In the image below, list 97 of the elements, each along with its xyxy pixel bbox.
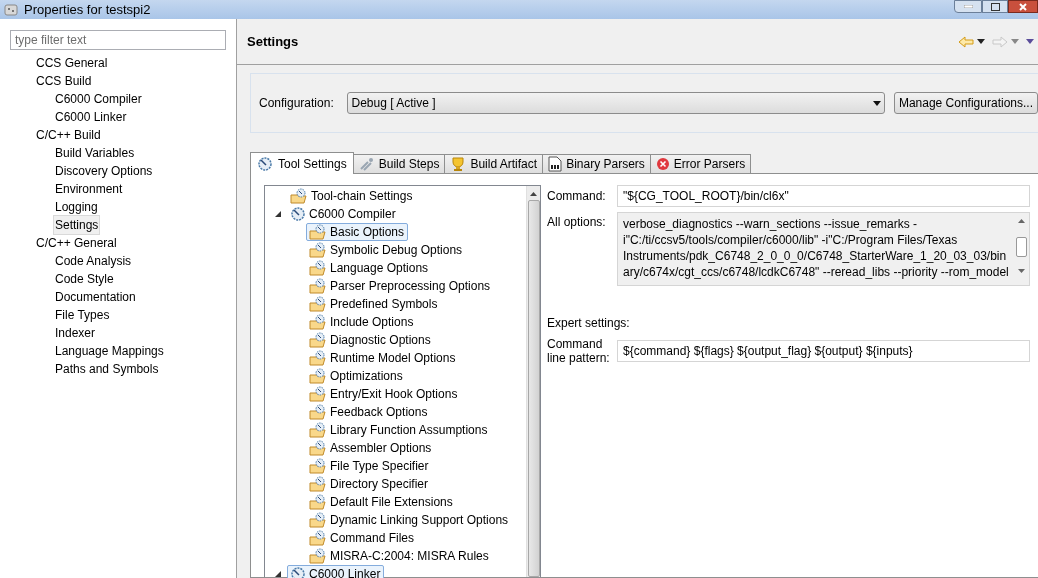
sidebar-item[interactable]: Paths and Symbols [53, 359, 161, 379]
folder-gear-icon [309, 332, 327, 348]
page-title: Settings [247, 32, 300, 51]
command-line-pattern-field[interactable]: ${command} ${flags} ${output_flag} ${output} ${inputs} [617, 340, 1030, 362]
all-options-field[interactable]: verbose_diagnostics --warn_sections --issue_remarks -i"C:/ti/ccsv5/tools/compiler/c6000/lib" -i"C:/Program Files/Texas Instruments/pdk_C6748_2_0_0_0/C6748_StarterWare_1_20_03_03/binary/c674x/cgt_ccs/c6748/lcdkC6748" --reread_libs --priority --rom_model [617, 212, 1030, 286]
gear-icon [290, 566, 306, 578]
scroll-up-icon[interactable] [530, 192, 537, 196]
menu-caret-icon[interactable] [1026, 39, 1034, 44]
all-options-label: All options: [547, 214, 607, 231]
sidebar-item[interactable]: Environment [53, 179, 125, 199]
tree-item[interactable]: Runtime Model Options [306, 349, 460, 367]
sidebar-item[interactable]: Code Style [53, 269, 116, 289]
folder-gear-icon [309, 368, 327, 384]
folder-gear-icon [309, 548, 327, 564]
tab[interactable]: Binary Parsers [543, 154, 651, 173]
sidebar-item[interactable]: Code Analysis [53, 251, 134, 271]
folder-gear-icon [309, 242, 327, 258]
folder-gear-icon [309, 350, 327, 366]
tree-item[interactable]: C6000 Compiler [287, 205, 400, 223]
folder-gear-icon [309, 278, 327, 294]
sidebar-item[interactable]: Logging [53, 197, 100, 217]
sidebar-item[interactable]: Documentation [53, 287, 138, 307]
sidebar-item[interactable]: C/C++ General [34, 233, 119, 253]
close-button[interactable] [1008, 0, 1038, 13]
tree-item[interactable]: Language Options [306, 259, 433, 277]
tree-item[interactable]: Library Function Assumptions [306, 421, 492, 439]
folder-gear-icon [309, 296, 327, 312]
folder-gear-icon [309, 458, 327, 474]
error-icon [655, 157, 670, 171]
tab[interactable]: Build Artifact [445, 154, 544, 173]
tree-item[interactable]: Predefined Symbols [306, 295, 442, 313]
tree-item[interactable]: Command Files [306, 529, 419, 547]
maximize-button[interactable] [982, 0, 1008, 13]
sidebar-item[interactable]: C/C++ Build [34, 125, 103, 145]
tab[interactable]: Tool Settings [250, 152, 354, 174]
tab[interactable]: Error Parsers [650, 154, 752, 173]
tree-item[interactable]: Feedback Options [306, 403, 432, 421]
folder-gear-icon [309, 386, 327, 402]
caret-icon [872, 100, 881, 106]
sidebar-item[interactable]: Discovery Options [53, 161, 155, 181]
tree-item[interactable]: Assembler Options [306, 439, 436, 457]
folder-gear-icon [309, 530, 327, 546]
gear-icon [290, 206, 306, 222]
sidebar-item[interactable]: File Types [53, 305, 112, 325]
manage-configurations-button[interactable]: Manage Configurations... [893, 92, 1038, 114]
expert-settings-heading: Expert settings: [547, 315, 631, 332]
folder-gear-icon [309, 476, 327, 492]
scroll-up-icon[interactable] [1018, 219, 1025, 223]
folder-gear-icon [309, 224, 327, 240]
minimize-icon [963, 5, 973, 8]
tree-item[interactable]: Diagnostic Options [306, 331, 435, 349]
configuration-dropdown[interactable]: Debug [ Active ] [347, 92, 885, 114]
scroll-down-icon[interactable] [1018, 269, 1025, 273]
tree-item[interactable]: C6000 Linker [287, 565, 385, 578]
sidebar-item[interactable]: Language Mappings [53, 341, 166, 361]
tree-item[interactable]: Symbolic Debug Options [306, 241, 467, 259]
tree-item[interactable]: Parser Preprocessing Options [306, 277, 495, 295]
sidebar-item[interactable]: CCS Build [34, 71, 94, 91]
sidebar-item[interactable]: C6000 Compiler [53, 89, 144, 109]
sidebar-item[interactable]: CCS General [34, 53, 110, 73]
command-line-pattern-label: Command line pattern: [547, 337, 611, 365]
trophy-icon [450, 156, 467, 172]
maximize-icon [990, 2, 1000, 11]
close-icon [1019, 2, 1027, 11]
folder-gear-icon [290, 188, 308, 204]
configuration-label: Configuration: [259, 95, 335, 112]
tree-item[interactable]: Dynamic Linking Support Options [306, 511, 513, 529]
filter-field[interactable]: type filter text [10, 30, 226, 50]
folder-gear-icon [309, 260, 327, 276]
sidebar-item[interactable]: Settings [53, 215, 101, 235]
app-icon [4, 2, 18, 17]
tree-item[interactable]: Tool-chain Settings [287, 187, 417, 205]
command-label: Command: [547, 188, 607, 205]
command-field[interactable]: "${CG_TOOL_ROOT}/bin/cl6x" [617, 185, 1030, 207]
sidebar-item[interactable]: Indexer [53, 323, 98, 343]
tree-item[interactable]: File Type Specifier [306, 457, 433, 475]
folder-gear-icon [309, 512, 327, 528]
tree-item[interactable]: Include Options [306, 313, 418, 331]
tree-item[interactable]: Entry/Exit Hook Options [306, 385, 462, 403]
folder-gear-icon [309, 404, 327, 420]
folder-gear-icon [309, 494, 327, 510]
folder-gear-icon [309, 422, 327, 438]
sidebar-item[interactable]: C6000 Linker [53, 107, 129, 127]
tab[interactable]: Build Steps [353, 154, 446, 173]
tree-item[interactable]: MISRA-C:2004: MISRA Rules [306, 547, 493, 565]
caret-icon[interactable] [977, 39, 985, 44]
folder-gear-icon [309, 440, 327, 456]
window-title: Properties for testspi2 [24, 0, 151, 19]
sidebar-item[interactable]: Build Variables [53, 143, 137, 163]
expanded-arrow-icon[interactable] [275, 211, 281, 217]
tree-item[interactable]: Basic Options [306, 223, 409, 241]
tree-item[interactable]: Default File Extensions [306, 493, 457, 511]
folder-gear-icon [309, 314, 327, 330]
gear-icon [257, 155, 273, 172]
expanded-arrow-icon[interactable] [275, 571, 281, 577]
tree-item[interactable]: Directory Specifier [306, 475, 433, 493]
tree-item[interactable]: Optimizations [306, 367, 407, 385]
